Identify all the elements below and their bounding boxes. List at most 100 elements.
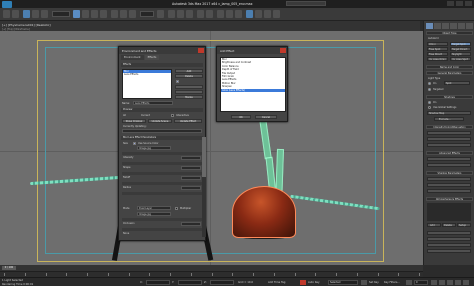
effects-current-label[interactable]: Current	[141, 114, 150, 117]
close-icon[interactable]	[280, 48, 286, 53]
scrollbar-thumb[interactable]	[202, 137, 206, 177]
param-field[interactable]	[427, 137, 471, 141]
multiplier-checkbox[interactable]	[175, 207, 178, 210]
light-type-button-selected[interactable]: Target Spot	[450, 42, 471, 46]
add-effect-button[interactable]: Add	[427, 223, 441, 227]
falloff-spinner[interactable]	[181, 176, 201, 180]
param-field[interactable]	[427, 183, 471, 187]
redo-icon[interactable]	[12, 10, 19, 18]
minimize-icon[interactable]	[447, 1, 454, 6]
move-icon[interactable]	[111, 10, 118, 18]
on-checkbox[interactable]	[428, 82, 431, 85]
set-key-icon[interactable]	[361, 280, 367, 285]
intensity-spinner[interactable]	[181, 156, 201, 160]
y-coordinate-field[interactable]	[178, 280, 202, 285]
param-field[interactable]	[427, 163, 471, 167]
display-tab-icon[interactable]	[458, 23, 465, 29]
light-type-button[interactable]: Free Spot	[427, 47, 448, 51]
curve-editor-icon[interactable]	[226, 10, 233, 18]
delete-button[interactable]: Delete	[175, 74, 203, 78]
rectangular-region-icon[interactable]	[91, 10, 98, 18]
window-crossing-icon[interactable]	[100, 10, 107, 18]
rendered-frame-window-icon[interactable]	[264, 10, 271, 18]
shape-spinner[interactable]	[181, 166, 201, 170]
param-field[interactable]	[427, 189, 471, 193]
use-source-color-checkbox[interactable]	[133, 142, 136, 145]
move-down-button[interactable]	[175, 90, 203, 94]
effects-all-label[interactable]: All	[123, 114, 126, 117]
exclude-button[interactable]: Exclude...	[434, 117, 464, 121]
preview-section-header[interactable]: Preview	[121, 108, 203, 112]
select-by-name-icon[interactable]	[82, 10, 89, 18]
mirror-icon[interactable]	[197, 10, 204, 18]
interactive-checkbox[interactable]	[171, 114, 174, 117]
dialog-scrollbar[interactable]	[202, 137, 206, 237]
key-filters-button[interactable]: Key Filters...	[384, 281, 400, 284]
mode-dropdown[interactable]: Dual Layer	[137, 206, 171, 210]
close-icon[interactable]	[198, 48, 204, 53]
light-type-button[interactable]: mr Area Spot	[450, 57, 471, 61]
params-section-header[interactable]: Blur Lens Effect Parameters	[121, 136, 203, 140]
object-type-rollout[interactable]: Object Type	[426, 31, 473, 35]
shadows-on-checkbox[interactable]	[428, 101, 431, 104]
effect-type-list[interactable]: Blur Brightness and Contrast Color Balan…	[220, 57, 286, 112]
use-global-checkbox[interactable]	[428, 106, 431, 109]
advanced-effects-rollout[interactable]: Advanced Effects	[426, 151, 473, 155]
light-type-dropdown[interactable]: Spot	[444, 81, 470, 85]
autogrid-label[interactable]: AutoGrid	[428, 37, 439, 40]
param-field[interactable]	[427, 237, 471, 241]
motion-tab-icon[interactable]	[450, 23, 457, 29]
pan-icon[interactable]	[447, 280, 453, 285]
perspective-viewport[interactable]	[0, 31, 423, 265]
setup-effect-button[interactable]: Setup	[457, 223, 471, 227]
render-setup-icon[interactable]	[255, 10, 262, 18]
intensity-rollout[interactable]: Intensity/Color/Attenuation	[426, 125, 473, 129]
zoom-all-icon[interactable]	[439, 280, 445, 285]
name-field[interactable]: Lens Effects	[133, 101, 173, 105]
light-type-button[interactable]: Omni	[427, 42, 448, 46]
shadow-type-dropdown[interactable]: Shadow Map	[427, 111, 471, 115]
material-editor-icon[interactable]	[246, 10, 253, 18]
move-up-button[interactable]	[175, 85, 203, 89]
shadow-params-rollout[interactable]: Shadow Parameters	[426, 171, 473, 175]
snap-icon[interactable]	[168, 10, 175, 18]
scale-icon[interactable]	[129, 10, 136, 18]
select-object-icon[interactable]	[73, 10, 80, 18]
app-logo-icon[interactable]	[2, 1, 12, 8]
x-coordinate-field[interactable]	[146, 280, 170, 285]
selected-dropdown[interactable]: Selected	[328, 280, 358, 285]
orbit-icon[interactable]	[455, 280, 461, 285]
light-type-button[interactable]: Free Direct	[427, 52, 448, 56]
effects-list-box[interactable]	[427, 203, 471, 221]
param-field[interactable]	[427, 231, 471, 235]
modify-tab-icon[interactable]	[434, 23, 441, 29]
light-type-button[interactable]: mr Area Omni	[427, 57, 448, 61]
lamp-head-mesh[interactable]	[232, 186, 296, 238]
light-type-button[interactable]: Skylight	[450, 52, 471, 56]
list-item[interactable]: Lens Effects	[123, 73, 171, 76]
z-coordinate-field[interactable]	[210, 280, 234, 285]
selection-filter-dropdown[interactable]	[52, 11, 70, 17]
radius-spinner[interactable]	[181, 186, 201, 190]
cancel-button[interactable]: Cancel	[255, 115, 277, 119]
layer-manager-icon[interactable]	[217, 10, 224, 18]
active-checkbox[interactable]	[176, 80, 179, 83]
param-field[interactable]	[427, 177, 471, 181]
light-type-button[interactable]: Target Direct	[450, 47, 471, 51]
tab-environment[interactable]: Environment	[121, 55, 144, 60]
create-tab-icon[interactable]	[426, 23, 433, 29]
effects-section-header[interactable]: Effects	[121, 63, 203, 67]
list-item-selected[interactable]: Glow (Lens Effects)	[221, 88, 285, 92]
image-dropdown[interactable]: Image.jpg	[137, 146, 171, 150]
delete-effect-button[interactable]: Delete	[442, 223, 456, 227]
utilities-tab-icon[interactable]	[466, 23, 473, 29]
render-icon[interactable]	[273, 10, 280, 18]
search-input[interactable]	[286, 1, 326, 6]
ok-button[interactable]: OK	[231, 115, 251, 119]
undo-icon[interactable]	[3, 10, 10, 18]
close-icon[interactable]	[465, 1, 472, 6]
bind-space-warp-icon[interactable]	[41, 10, 48, 18]
set-key-label[interactable]: Set Key	[369, 281, 379, 284]
atmospheres-effects-rollout[interactable]: Atmospheres & Effects	[426, 197, 473, 201]
hierarchy-tab-icon[interactable]	[442, 23, 449, 29]
